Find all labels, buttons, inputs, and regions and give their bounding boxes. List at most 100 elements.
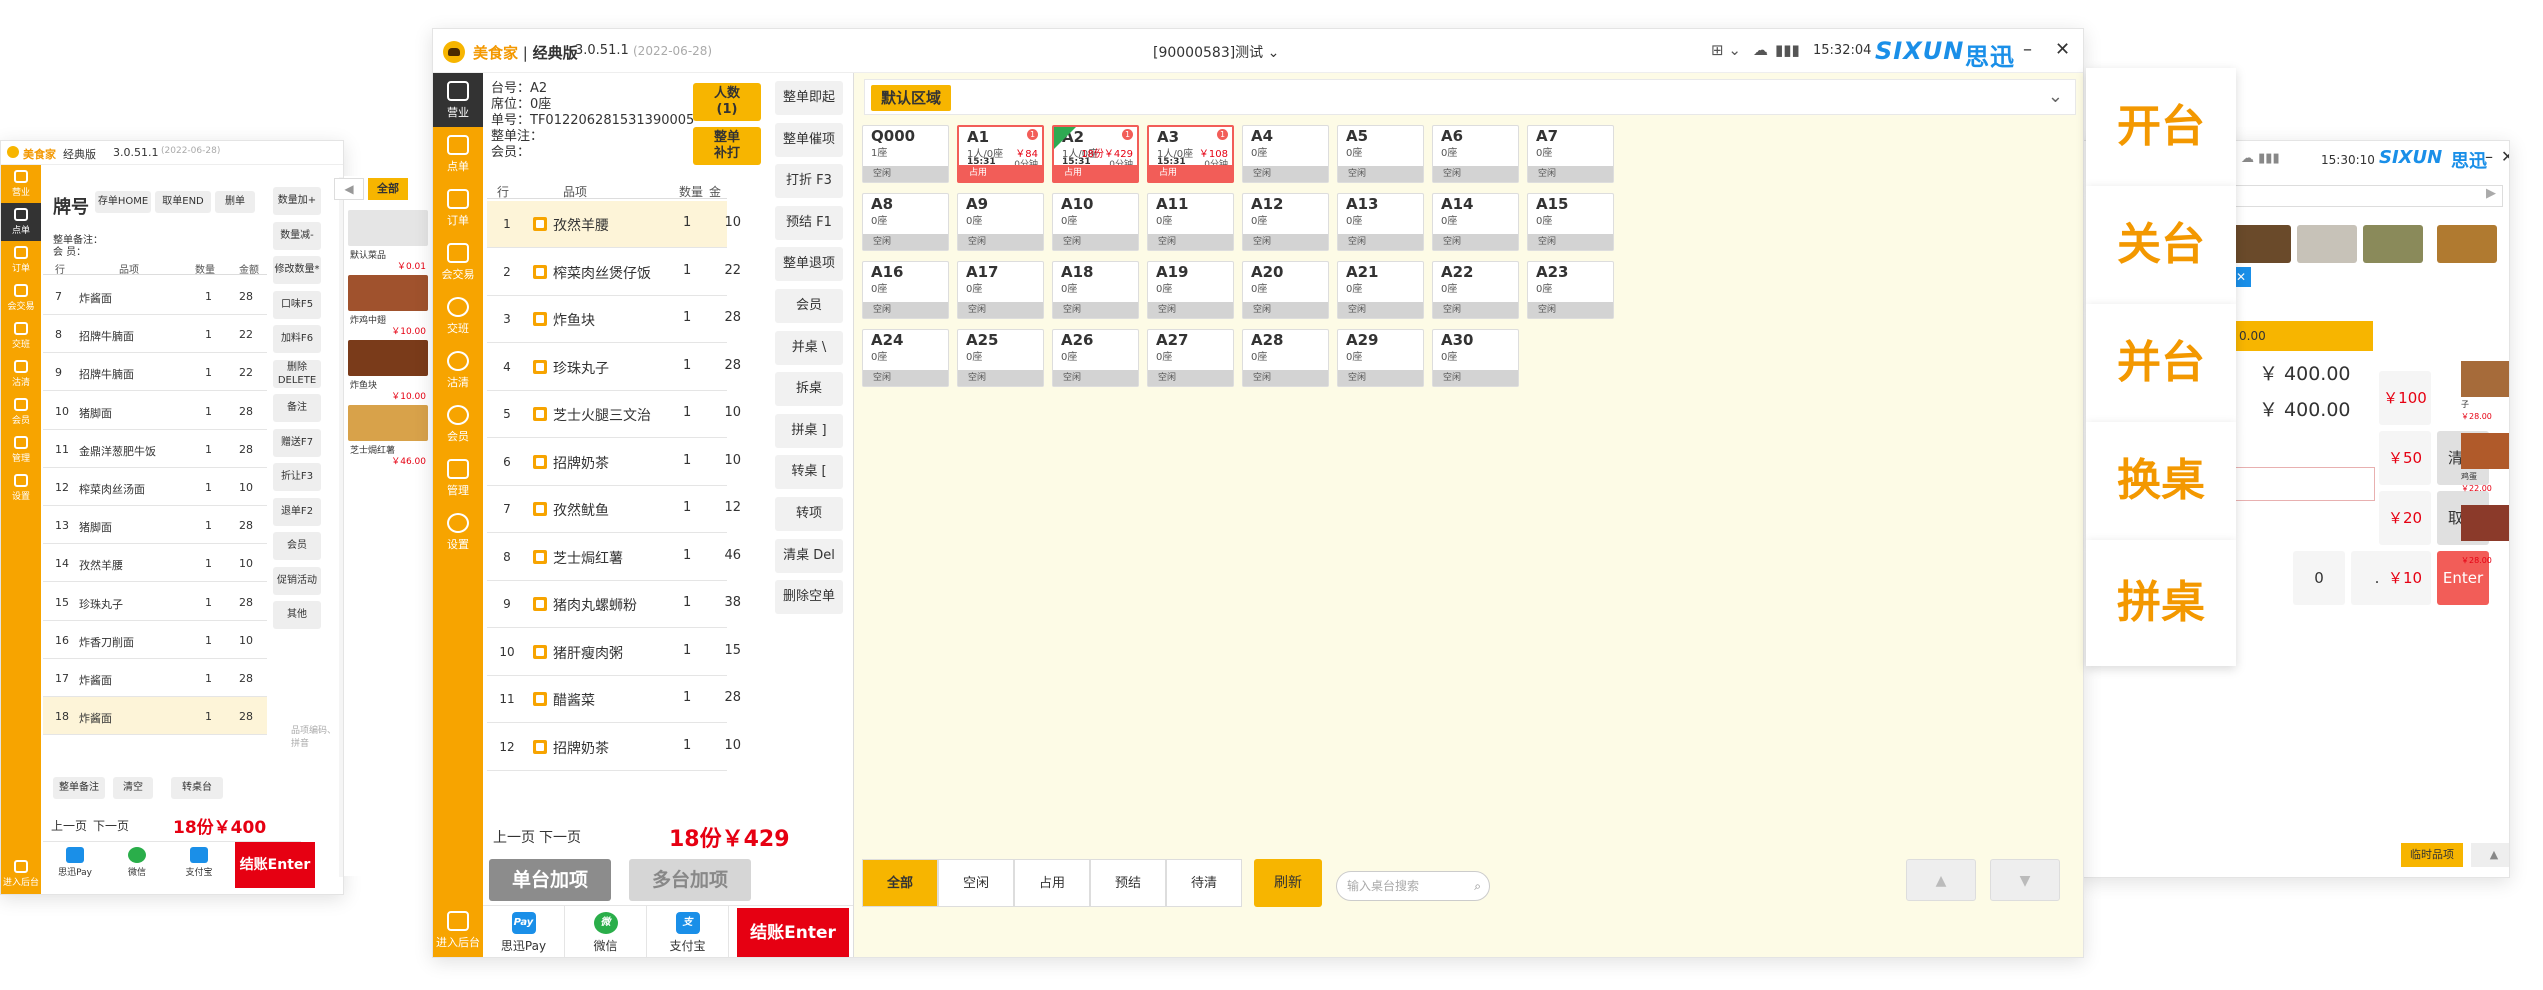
left-nav-item-1[interactable]: 点单: [1, 203, 41, 241]
grid-icon[interactable]: ⊞ ⌄: [1711, 41, 1741, 59]
table-card-A25[interactable]: A25 0座 空闲: [957, 329, 1044, 387]
nav-item-backend[interactable]: 进入后台: [433, 903, 483, 957]
left-order-row[interactable]: 13 猪脚面 1 28: [43, 506, 267, 545]
filter-free[interactable]: 空闲: [938, 859, 1014, 907]
tip-share-table[interactable]: 拼桌: [2086, 540, 2236, 666]
area-tab-default[interactable]: 默认区域: [871, 85, 952, 111]
left-prev-page[interactable]: 上一页: [51, 817, 87, 834]
left-side-button-3[interactable]: 口味F5: [273, 290, 321, 319]
keypad-key-1[interactable]: ￥50: [2379, 431, 2431, 485]
table-card-A6[interactable]: A6 0座 空闲: [1432, 125, 1519, 183]
side-button-3[interactable]: 预结 F1: [775, 205, 843, 240]
side-button-9[interactable]: 转桌 [: [775, 455, 843, 490]
side-button-7[interactable]: 拆桌: [775, 372, 843, 407]
pay-alipay-button[interactable]: 支支付宝: [647, 906, 729, 957]
page-up-button[interactable]: ▲: [1906, 859, 1976, 901]
left-side-button-4[interactable]: 加料F6: [273, 325, 321, 353]
order-row[interactable]: 1 孜然羊腰 1 10: [487, 201, 741, 248]
right-up-button[interactable]: ▲: [2471, 843, 2509, 867]
left-order-row[interactable]: 7 炸酱面 1 28: [43, 277, 267, 315]
left-nav-item-6[interactable]: 会员: [1, 393, 41, 431]
side-button-5[interactable]: 会员: [775, 289, 843, 323]
order-row[interactable]: 11 醋酱菜 1 28: [487, 676, 741, 723]
table-card-A14[interactable]: A14 0座 空闲: [1432, 193, 1519, 251]
left-nav-item-5[interactable]: 沽清: [1, 355, 41, 393]
filter-to-clear[interactable]: 待清: [1166, 859, 1242, 907]
right-menu-item[interactable]: 子 ￥28.00: [2461, 361, 2509, 425]
left-nav-backend[interactable]: 进入后台: [1, 855, 41, 893]
menu-item-card[interactable]: 炸鸡中翅 ￥10.00: [348, 275, 428, 337]
save-order-button[interactable]: 存单HOME: [95, 191, 151, 213]
table-card-A11[interactable]: A11 0座 空闲: [1147, 193, 1234, 251]
tip-merge-table[interactable]: 并台: [2086, 304, 2236, 422]
left-side-button-8[interactable]: 折让F3: [273, 463, 321, 491]
people-count-button[interactable]: 人数 (1): [693, 83, 761, 121]
clear-button[interactable]: 清空: [113, 777, 153, 799]
left-checkout-button[interactable]: 结账Enter: [235, 842, 315, 888]
left-side-button-10[interactable]: 会员: [273, 532, 321, 560]
table-card-A18[interactable]: A18 0座 空闲: [1052, 261, 1139, 319]
right-menu-item[interactable]: 鸡蛋 ￥22.00: [2461, 433, 2509, 497]
left-order-row[interactable]: 16 炸香刀削面 1 10: [43, 621, 267, 659]
table-card-A15[interactable]: A15 0座 空闲: [1527, 193, 1614, 251]
pay-wechat-button[interactable]: 微微信: [565, 906, 647, 957]
whole-note-button[interactable]: 整单备注: [53, 777, 105, 799]
table-card-A24[interactable]: A24 0座 空闲: [862, 329, 949, 387]
menu-item-card[interactable]: 炸鱼块 ￥10.00: [348, 340, 428, 402]
table-card-A28[interactable]: A28 0座 空闲: [1242, 329, 1329, 387]
tmp-item-button[interactable]: 临时品项: [2401, 843, 2463, 867]
table-card-A7[interactable]: A7 0座 空闲: [1527, 125, 1614, 183]
left-items-tab-all[interactable]: 全部: [368, 178, 408, 200]
table-card-A21[interactable]: A21 0座 空闲: [1337, 261, 1424, 319]
left-pay-alipay[interactable]: 支付宝: [171, 844, 227, 878]
left-side-button-12[interactable]: 其他: [273, 601, 321, 629]
side-button-0[interactable]: 整单即起: [775, 81, 843, 115]
left-order-row[interactable]: 10 猪脚面 1 28: [43, 392, 267, 430]
left-pay-wechat[interactable]: 微信: [109, 844, 165, 878]
left-next-page[interactable]: 下一页: [93, 817, 129, 834]
checkout-button[interactable]: 结账Enter: [737, 908, 849, 957]
keypad-key-0[interactable]: ￥100: [2379, 371, 2431, 425]
left-side-button-1[interactable]: 数量减-: [273, 221, 321, 250]
chevron-down-icon[interactable]: ⌄: [2048, 86, 2063, 107]
transfer-table-button[interactable]: 转桌台: [171, 777, 223, 799]
right-close-button[interactable]: ✕: [2501, 147, 2509, 166]
menu-item-card[interactable]: 芝士焗红薯 ￥46.00: [348, 405, 428, 467]
left-order-row[interactable]: 9 招牌牛腩面 1 22: [43, 353, 267, 392]
single-add-button[interactable]: 单台加项: [489, 859, 611, 901]
right-minimize-button[interactable]: –: [2485, 147, 2493, 166]
minimize-button[interactable]: –: [2023, 39, 2032, 60]
side-button-8[interactable]: 拼桌 ]: [775, 413, 843, 448]
table-card-A20[interactable]: A20 0座 空闲: [1242, 261, 1329, 319]
order-row[interactable]: 4 珍珠丸子 1 28: [487, 344, 741, 391]
left-side-button-6[interactable]: 备注: [273, 394, 321, 422]
left-side-button-0[interactable]: 数量加+: [273, 187, 321, 215]
order-row[interactable]: 9 猪肉丸螺蛳粉 1 38: [487, 581, 741, 628]
nav-item-shift[interactable]: 交班: [433, 289, 483, 343]
left-order-row[interactable]: 12 榨菜肉丝汤面 1 10: [43, 468, 267, 506]
side-button-4[interactable]: 整单退项: [775, 247, 843, 282]
left-side-button-5[interactable]: 删除 DELETE: [273, 359, 321, 388]
table-card-A16[interactable]: A16 0座 空闲: [862, 261, 949, 319]
left-side-button-2[interactable]: 修改数量*: [273, 256, 321, 284]
left-pay-sixun[interactable]: 思迅Pay: [47, 844, 103, 878]
table-card-A5[interactable]: A5 0座 空闲: [1337, 125, 1424, 183]
table-card-A2[interactable]: A21人/0座18份￥42915:310分钟1占用: [1052, 125, 1139, 183]
table-card-A10[interactable]: A10 0座 空闲: [1052, 193, 1139, 251]
left-order-row[interactable]: 15 珍珠丸子 1 28: [43, 583, 267, 621]
delete-order-button[interactable]: 删单: [215, 191, 255, 213]
side-button-11[interactable]: 清桌 Del: [775, 538, 843, 573]
left-nav-item-3[interactable]: 会交易: [1, 279, 41, 317]
reprint-button[interactable]: 整单 补打: [693, 127, 761, 165]
nav-item-order[interactable]: 点单: [433, 127, 483, 181]
tip-open-table[interactable]: 开台: [2086, 68, 2236, 186]
left-nav-item-0[interactable]: 营业: [1, 165, 41, 203]
left-side-button-11[interactable]: 促销活动: [273, 566, 321, 595]
left-search-input[interactable]: 品项编码、拼音: [291, 723, 343, 749]
fetch-order-button[interactable]: 取单END: [155, 191, 211, 213]
tip-close-table[interactable]: 关台: [2086, 186, 2236, 304]
table-card-A30[interactable]: A30 0座 空闲: [1432, 329, 1519, 387]
table-card-A23[interactable]: A23 0座 空闲: [1527, 261, 1614, 319]
filter-all[interactable]: 全部: [862, 859, 938, 907]
table-card-A9[interactable]: A9 0座 空闲: [957, 193, 1044, 251]
